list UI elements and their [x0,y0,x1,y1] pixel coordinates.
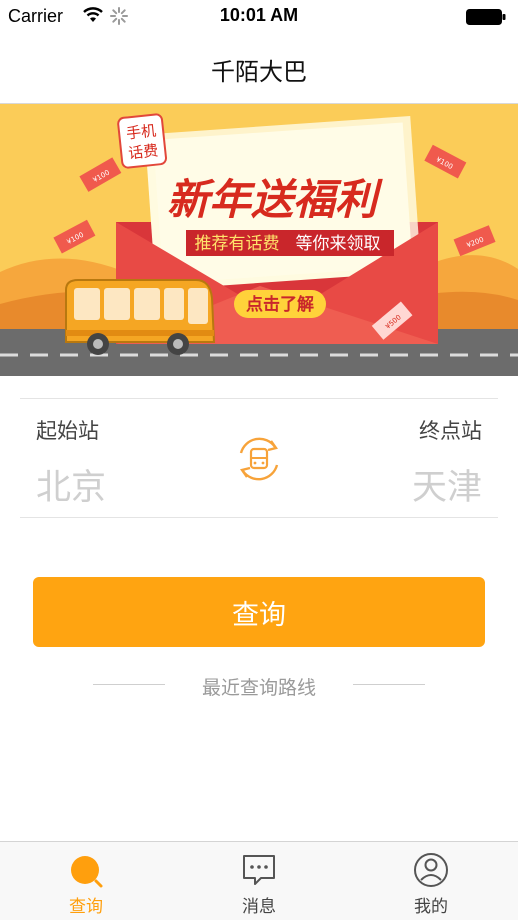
tab-bar: 查询 消息 我的 [0,841,518,920]
recent-routes-label: 最近查询路线 [201,677,316,699]
banner-subline-right: 等你来领取 [296,234,381,254]
recent-routes-divider: 最近查询路线 [0,673,518,699]
page-title: 千陌大巴 [211,58,307,86]
tab-search-label: 查询 [69,897,103,917]
route-form: 起始站 北京 终点站 天津 [20,398,498,518]
tab-profile[interactable]: 我的 [371,842,491,920]
banner-headline: 新年送福利 [167,175,383,224]
banner-subline-left: 推荐有话费 [195,234,280,254]
swap-icon [239,437,279,481]
tab-messages-label: 消息 [242,897,276,917]
message-icon [243,855,275,885]
search-icon [71,856,103,888]
swap-stations-button[interactable] [227,427,291,491]
origin-station-field[interactable]: 北京 [36,459,106,510]
carrier-label: Carrier [8,6,64,26]
origin-label: 起始站 [36,419,99,443]
nav-bar: 千陌大巴 [0,32,518,104]
battery-icon [466,9,506,30]
status-bar: Carrier 10:01 AM [0,0,518,32]
destination-label: 终点站 [419,419,482,443]
divider-line-right [353,684,425,685]
promo-banner[interactable]: 新年送福利 推荐有话费 等你来领取 点击了解 手机 话费 ¥100 ¥100 ¥… [0,104,518,376]
destination-station-field[interactable]: 天津 [412,459,482,510]
clock: 10:01 AM [219,5,299,25]
banner-cta-label: 点击了解 [246,294,314,315]
loading-spinner-icon [109,6,129,31]
tab-search[interactable]: 查询 [26,842,146,920]
badge-line2: 话费 [127,141,159,162]
wifi-icon [82,6,104,29]
tab-messages[interactable]: 消息 [199,842,319,920]
phone-credit-badge: 手机 话费 [117,113,168,169]
tab-profile-label: 我的 [414,897,448,917]
search-button[interactable]: 查询 [33,577,485,647]
profile-icon [414,853,448,887]
badge-line1: 手机 [125,122,157,143]
